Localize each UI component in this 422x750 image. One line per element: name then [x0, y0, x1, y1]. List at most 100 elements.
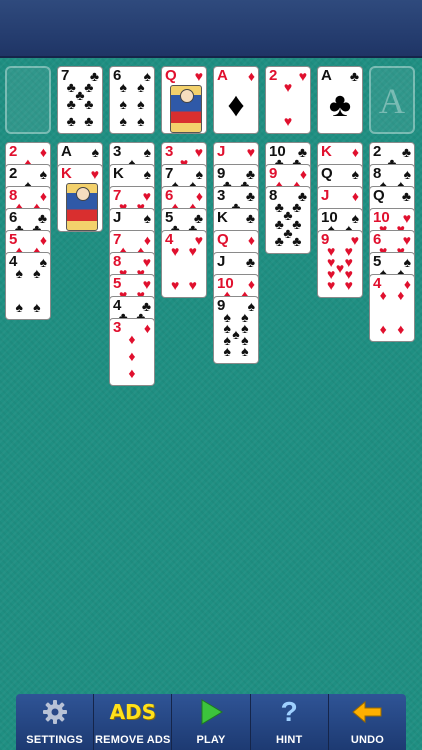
card-suit-icon: ♣	[401, 188, 411, 204]
card-suit-icon: ♦	[351, 144, 359, 160]
card-rank: 3	[113, 143, 122, 160]
card-suit-icon: ♦	[39, 144, 47, 160]
tableau-card[interactable]: 3 ♦ ♦ ♦ ♦	[109, 318, 155, 386]
card-suit-icon: ♠	[351, 166, 359, 182]
card-pip-icon: ♣	[66, 78, 76, 95]
play-button[interactable]: PLAY	[172, 694, 251, 750]
card-suit-icon: ♠	[39, 166, 47, 182]
card-pip-icon: ♣	[274, 233, 284, 250]
card-pip-icon: ♥	[188, 242, 197, 259]
face-card-art	[66, 183, 98, 231]
ads-icon: ADS	[94, 698, 171, 726]
card-pip-icon: ♥	[327, 277, 336, 294]
card-suit-icon: ♠	[403, 254, 411, 270]
card-suit-icon: ♠	[247, 298, 255, 314]
card-suit-icon: ♦	[299, 166, 307, 182]
card-rank: Q	[165, 67, 177, 84]
remove-ads-label: REMOVE ADS	[95, 734, 171, 746]
card-rank: J	[217, 143, 226, 160]
foundation-card[interactable]: A ♣ ♣	[317, 66, 363, 134]
card-rank: J	[321, 187, 330, 204]
card-suit-icon: ♦	[247, 276, 255, 292]
card-suit-icon: ♠	[403, 166, 411, 182]
top-bar	[0, 0, 422, 58]
card-pip-icon: ♦	[128, 330, 136, 347]
card-pip-icon: ♦	[397, 286, 405, 303]
tableau-card[interactable]: 4 ♥ ♥ ♥ ♥ ♥	[161, 230, 207, 298]
card-suit-icon: ♦	[403, 276, 411, 292]
ace-suit-icon: ♣	[328, 86, 352, 125]
card-suit-icon: ♠	[143, 210, 151, 226]
free-cell-empty[interactable]	[5, 66, 51, 134]
card-pip-icon: ♦	[128, 365, 136, 382]
card-suit-icon: ♠	[143, 166, 151, 182]
card-suit-icon: ♥	[90, 166, 99, 182]
card-pip-icon: ♣	[66, 95, 76, 112]
card-pip-icon: ♣	[84, 113, 94, 130]
card-pip-icon: ♠	[119, 78, 127, 95]
card-pip-icon: ♦	[128, 347, 136, 364]
undo-arrow-icon	[329, 698, 406, 726]
card-suit-icon: ♠	[143, 144, 151, 160]
tableau-card[interactable]: 8 ♣ ♣ ♣ ♣ ♣ ♣ ♣ ♣ ♣	[265, 186, 311, 254]
foundation-letter: A	[379, 81, 405, 121]
card-rank: Q	[373, 187, 385, 204]
card-suit-icon: ♣	[401, 144, 411, 160]
card-suit-icon: ♣	[349, 68, 359, 84]
card-rank: K	[61, 165, 72, 182]
card-rank: 3	[165, 143, 174, 160]
card-rank: Q	[321, 165, 333, 182]
card-suit-icon: ♣	[245, 188, 255, 204]
free-cell-card[interactable]: 7 ♣ ♣ ♣ ♣ ♣ ♣ ♣ ♣	[57, 66, 103, 134]
tableau-card[interactable]: 4 ♠ ♠ ♠ ♠ ♠	[5, 252, 51, 320]
card-pip-icon: ♠	[223, 343, 231, 360]
free-cell-card[interactable]: Q ♥	[161, 66, 207, 134]
card-pip-icon: ♠	[241, 343, 249, 360]
hint-button[interactable]: ? HINT	[251, 694, 329, 750]
card-suit-icon: ♦	[247, 232, 255, 248]
card-rank: 3	[113, 319, 122, 336]
card-pip-icon: ♠	[119, 113, 127, 130]
card-pip-icon: ♠	[119, 95, 127, 112]
card-pip-icon: ♠	[137, 95, 145, 112]
card-pip-icon: ♠	[137, 113, 145, 130]
card-pip-icon: ♥	[283, 78, 293, 95]
tableau-card[interactable]: 4 ♦ ♦ ♦ ♦ ♦	[369, 274, 415, 342]
card-rank: 3	[217, 187, 226, 204]
foundation-card[interactable]: 2 ♥ ♥ ♥	[265, 66, 311, 134]
card-pip-icon: ♥	[171, 242, 180, 259]
card-pip-icon: ♦	[379, 286, 387, 303]
remove-ads-button[interactable]: ADS REMOVE ADS	[94, 694, 173, 750]
gear-icon	[16, 698, 93, 726]
card-rank: A	[217, 67, 228, 84]
bottom-toolbar: SETTINGS ADS REMOVE ADS PLAY ? HINT UNDO	[16, 694, 406, 750]
free-cell-card[interactable]: 6 ♠ ♠ ♠ ♠ ♠ ♠ ♠	[109, 66, 155, 134]
card-pip-icon: ♣	[84, 95, 94, 112]
hint-icon-glyph: ?	[280, 696, 298, 727]
card-suit-icon: ♠	[91, 144, 99, 160]
settings-button[interactable]: SETTINGS	[16, 694, 95, 750]
card-suit-icon: ♦	[143, 320, 151, 336]
card-pip-icon: ♣	[274, 215, 284, 232]
tableau-card[interactable]: 9 ♠ ♠ ♠ ♠ ♠ ♠ ♠ ♠ ♠ ♠	[213, 296, 259, 364]
tableau-card[interactable]: K ♥	[57, 164, 103, 232]
card-suit-icon: ♦	[247, 68, 255, 84]
card-pip-icon: ♣	[274, 198, 284, 215]
foundation-empty[interactable]: A	[369, 66, 415, 134]
card-pip-icon: ♠	[33, 299, 41, 316]
card-pip-icon: ♠	[137, 78, 145, 95]
foundation-card[interactable]: A ♦ ♦	[213, 66, 259, 134]
card-rank: K	[321, 143, 332, 160]
card-pip-icon: ♣	[84, 78, 94, 95]
card-suit-icon: ♦	[39, 232, 47, 248]
card-rank: Q	[217, 231, 229, 248]
card-rank: K	[113, 165, 124, 182]
card-suit-icon: ♣	[245, 254, 255, 270]
card-pip-icon: ♣	[75, 87, 85, 104]
tableau-card[interactable]: 9 ♥ ♥ ♥ ♥ ♥ ♥ ♥ ♥ ♥ ♥	[317, 230, 363, 298]
card-suit-icon: ♥	[298, 68, 307, 84]
card-rank: A	[61, 143, 72, 160]
card-pip-icon: ♠	[33, 264, 41, 281]
card-pip-icon: ♣	[292, 198, 302, 215]
undo-button[interactable]: UNDO	[329, 694, 406, 750]
